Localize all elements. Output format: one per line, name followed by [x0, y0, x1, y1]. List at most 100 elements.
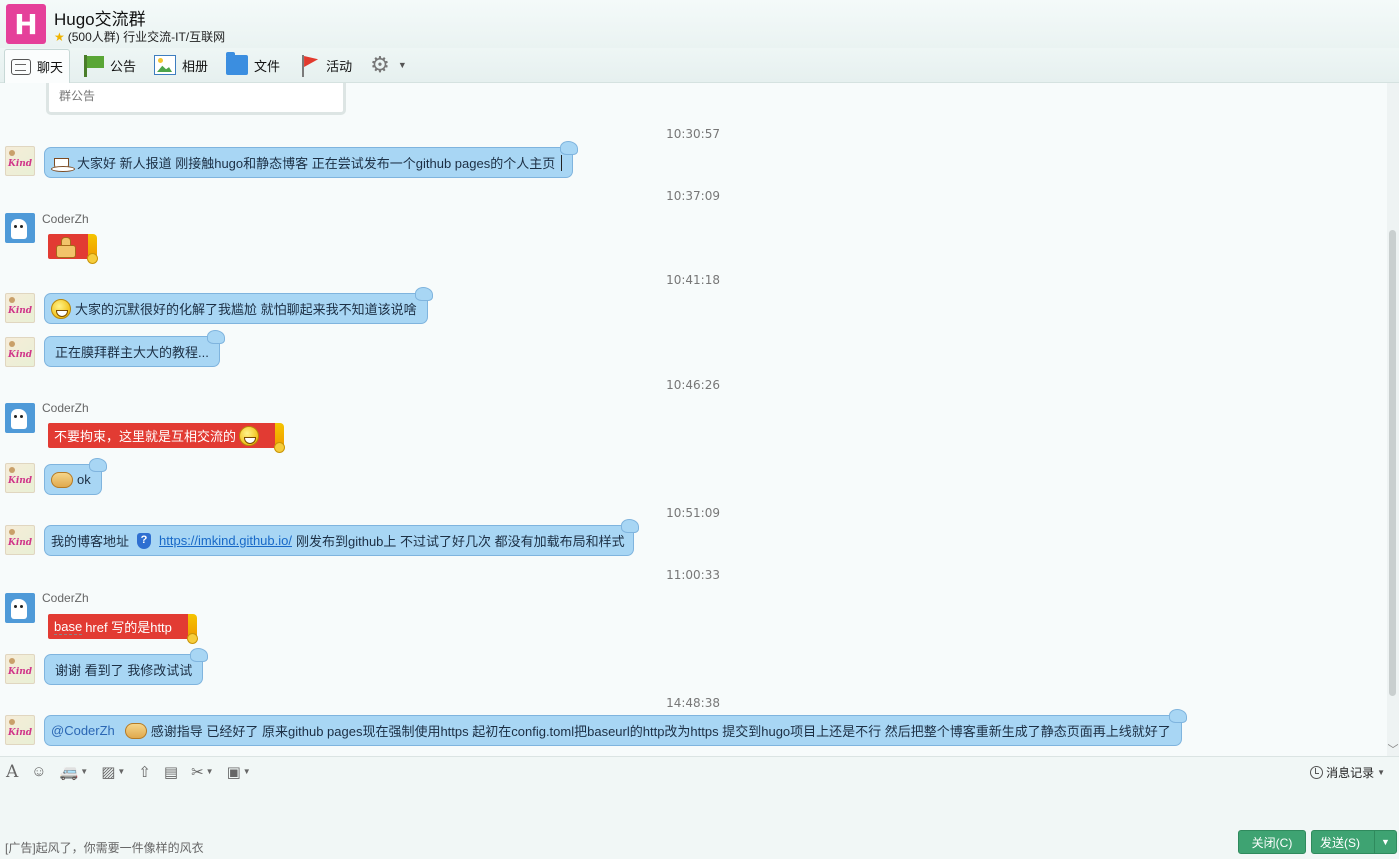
- activity-flag-icon: [298, 55, 320, 77]
- avatar[interactable]: [5, 403, 35, 433]
- message-bubble: 谢谢 看到了 我修改试试: [44, 648, 209, 685]
- group-notice[interactable]: 群公告: [46, 83, 346, 115]
- settings-menu[interactable]: ⚙ ▼: [364, 49, 413, 81]
- message-text: 刚发布到github上 不过试了好几次 都没有加载布局和样式: [295, 534, 625, 549]
- avatar[interactable]: Kind: [5, 715, 35, 745]
- scissors-icon[interactable]: ✂ ▼: [191, 763, 214, 781]
- message-bubble: ok: [44, 458, 107, 495]
- sender-name[interactable]: CoderZh: [42, 591, 89, 605]
- send-button[interactable]: 发送(S) ▼: [1311, 830, 1397, 854]
- send-label: 发送(S): [1320, 835, 1360, 850]
- input-toolbar: A ☺ 🚐 ▼ ▨ ▼ ⇧ ▤ ✂ ▼ ▣ ▼ 消息记录 ▼: [0, 756, 1399, 786]
- tab-chat[interactable]: 聊天: [4, 49, 71, 83]
- avatar[interactable]: [5, 213, 35, 243]
- scrollbar[interactable]: [1387, 83, 1399, 756]
- timestamp: 10:30:57: [666, 127, 720, 141]
- chevron-down-icon: ▼: [397, 60, 407, 70]
- group-subtitle: ★ (500人群) 行业交流-IT/互联网: [54, 28, 225, 45]
- tab-label: 聊天: [37, 60, 64, 75]
- message-text: href 写的是http: [85, 620, 172, 635]
- tab-label: 公告: [110, 58, 137, 74]
- message-bubble: @CoderZh 感谢指导 已经好了 原来github pages现在强制使用h…: [44, 709, 1187, 746]
- send-options-dropdown[interactable]: ▼: [1374, 831, 1396, 853]
- timestamp: 10:51:09: [666, 506, 720, 520]
- message-bubble: 我的博客地址 ? https://imkind.github.io/ 刚发布到g…: [44, 519, 639, 556]
- chevron-down-icon: ▼: [242, 767, 251, 776]
- more-tools-icon[interactable]: ▣ ▼: [227, 763, 251, 781]
- message-text: 大家的沉默很好的化解了我尴尬 就怕聊起来我不知道该说啥: [75, 302, 417, 317]
- message-bubble: [48, 234, 98, 264]
- timestamp: 10:37:09: [666, 189, 720, 203]
- chevron-down-icon: ▼: [80, 767, 89, 776]
- tab-label: 活动: [326, 58, 353, 74]
- smile-emoji-icon: [51, 298, 71, 319]
- close-button[interactable]: 关闭(C): [1238, 830, 1306, 854]
- avatar[interactable]: Kind: [5, 293, 35, 323]
- chevron-down-icon: ▼: [117, 767, 126, 776]
- avatar[interactable]: [5, 593, 35, 623]
- tab-announcement[interactable]: 公告: [76, 49, 142, 81]
- gif-icon[interactable]: 🚐 ▼: [60, 763, 89, 781]
- group-info: (500人群) 行业交流-IT/互联网: [67, 30, 226, 44]
- avatar[interactable]: Kind: [5, 146, 35, 176]
- chat-header: H Hugo交流群 ★ (500人群) 行业交流-IT/互联网: [0, 0, 1399, 48]
- tab-files[interactable]: 文件: [220, 49, 286, 81]
- gift-icon[interactable]: ▤: [164, 763, 178, 781]
- emoji-icon[interactable]: ☺: [31, 763, 46, 780]
- message-bubble: 大家好 新人报道 刚接触hugo和静态博客 正在尝试发布一个github pag…: [44, 141, 579, 178]
- grin-emoji-icon: [239, 425, 260, 446]
- upload-icon[interactable]: ⇧: [138, 763, 151, 781]
- photo-icon: [154, 55, 177, 75]
- message-text: 正在膜拜群主大大的教程...: [55, 345, 209, 360]
- scrollbar-thumb[interactable]: [1389, 230, 1396, 696]
- chevron-down-icon: ▼: [205, 767, 214, 776]
- message-bubble: 不要拘束，这里就是互相交流的: [48, 423, 286, 453]
- sender-name[interactable]: CoderZh: [42, 212, 89, 226]
- image-icon[interactable]: ▨ ▼: [101, 763, 125, 781]
- star-icon: ★: [54, 29, 65, 44]
- message-list[interactable]: 群公告 10:30:57 Kind 大家好 新人报道 刚接触hugo和静态博客 …: [0, 83, 1387, 756]
- avatar[interactable]: Kind: [5, 463, 35, 493]
- message-text: 我的博客地址: [51, 534, 130, 549]
- text-cursor: [561, 154, 563, 171]
- mention[interactable]: @CoderZh: [51, 723, 115, 738]
- tab-activity[interactable]: 活动: [292, 49, 358, 81]
- message-history-button[interactable]: 消息记录 ▼: [1310, 764, 1385, 781]
- handshake-emoji-icon: [51, 471, 73, 488]
- security-shield-icon: ?: [137, 532, 152, 549]
- tab-album[interactable]: 相册: [148, 49, 214, 81]
- avatar[interactable]: Kind: [5, 337, 35, 367]
- scroll-down-icon[interactable]: ﹀: [1387, 741, 1399, 757]
- folder-icon: [226, 52, 249, 75]
- flag-icon: [82, 55, 105, 77]
- tab-label: 相册: [182, 58, 209, 74]
- message-bubble: 大家的沉默很好的化解了我尴尬 就怕聊起来我不知道该说啥: [44, 287, 433, 324]
- message-bubble: base href 写的是http: [48, 614, 198, 644]
- timestamp: 10:41:18: [666, 273, 720, 287]
- timestamp: 10:46:26: [666, 378, 720, 392]
- avatar[interactable]: Kind: [5, 654, 35, 684]
- thumbs-up-icon: [54, 236, 78, 258]
- message-text: ok: [77, 472, 91, 487]
- chat-icon: [11, 58, 31, 75]
- group-avatar[interactable]: H: [6, 4, 46, 44]
- timestamp: 11:00:33: [666, 568, 720, 582]
- tab-bar: 聊天 公告 相册 文件 活动 ⚙ ▼: [0, 48, 1399, 83]
- sender-name[interactable]: CoderZh: [42, 401, 89, 415]
- message-text: base: [54, 618, 83, 635]
- group-title[interactable]: Hugo交流群: [54, 5, 146, 30]
- message-input[interactable]: [0, 786, 1399, 859]
- avatar[interactable]: Kind: [5, 525, 35, 555]
- blog-link[interactable]: https://imkind.github.io/: [159, 533, 292, 548]
- coffee-emoji-icon: [51, 154, 75, 172]
- timestamp: 14:48:38: [666, 696, 720, 710]
- ad-link[interactable]: [广告]起风了，你需要一件像样的风衣: [5, 839, 204, 856]
- tab-label: 文件: [254, 58, 281, 74]
- message-text: 感谢指导 已经好了 原来github pages现在强制使用https 起初在c…: [150, 724, 1171, 739]
- chevron-down-icon: ▼: [1377, 768, 1385, 777]
- message-text: 谢谢 看到了 我修改试试: [55, 663, 193, 678]
- clock-icon: [1310, 766, 1324, 779]
- font-icon[interactable]: A: [6, 762, 18, 782]
- handshake-emoji-icon: [124, 722, 147, 739]
- message-bubble: 正在膜拜群主大大的教程...: [44, 330, 225, 367]
